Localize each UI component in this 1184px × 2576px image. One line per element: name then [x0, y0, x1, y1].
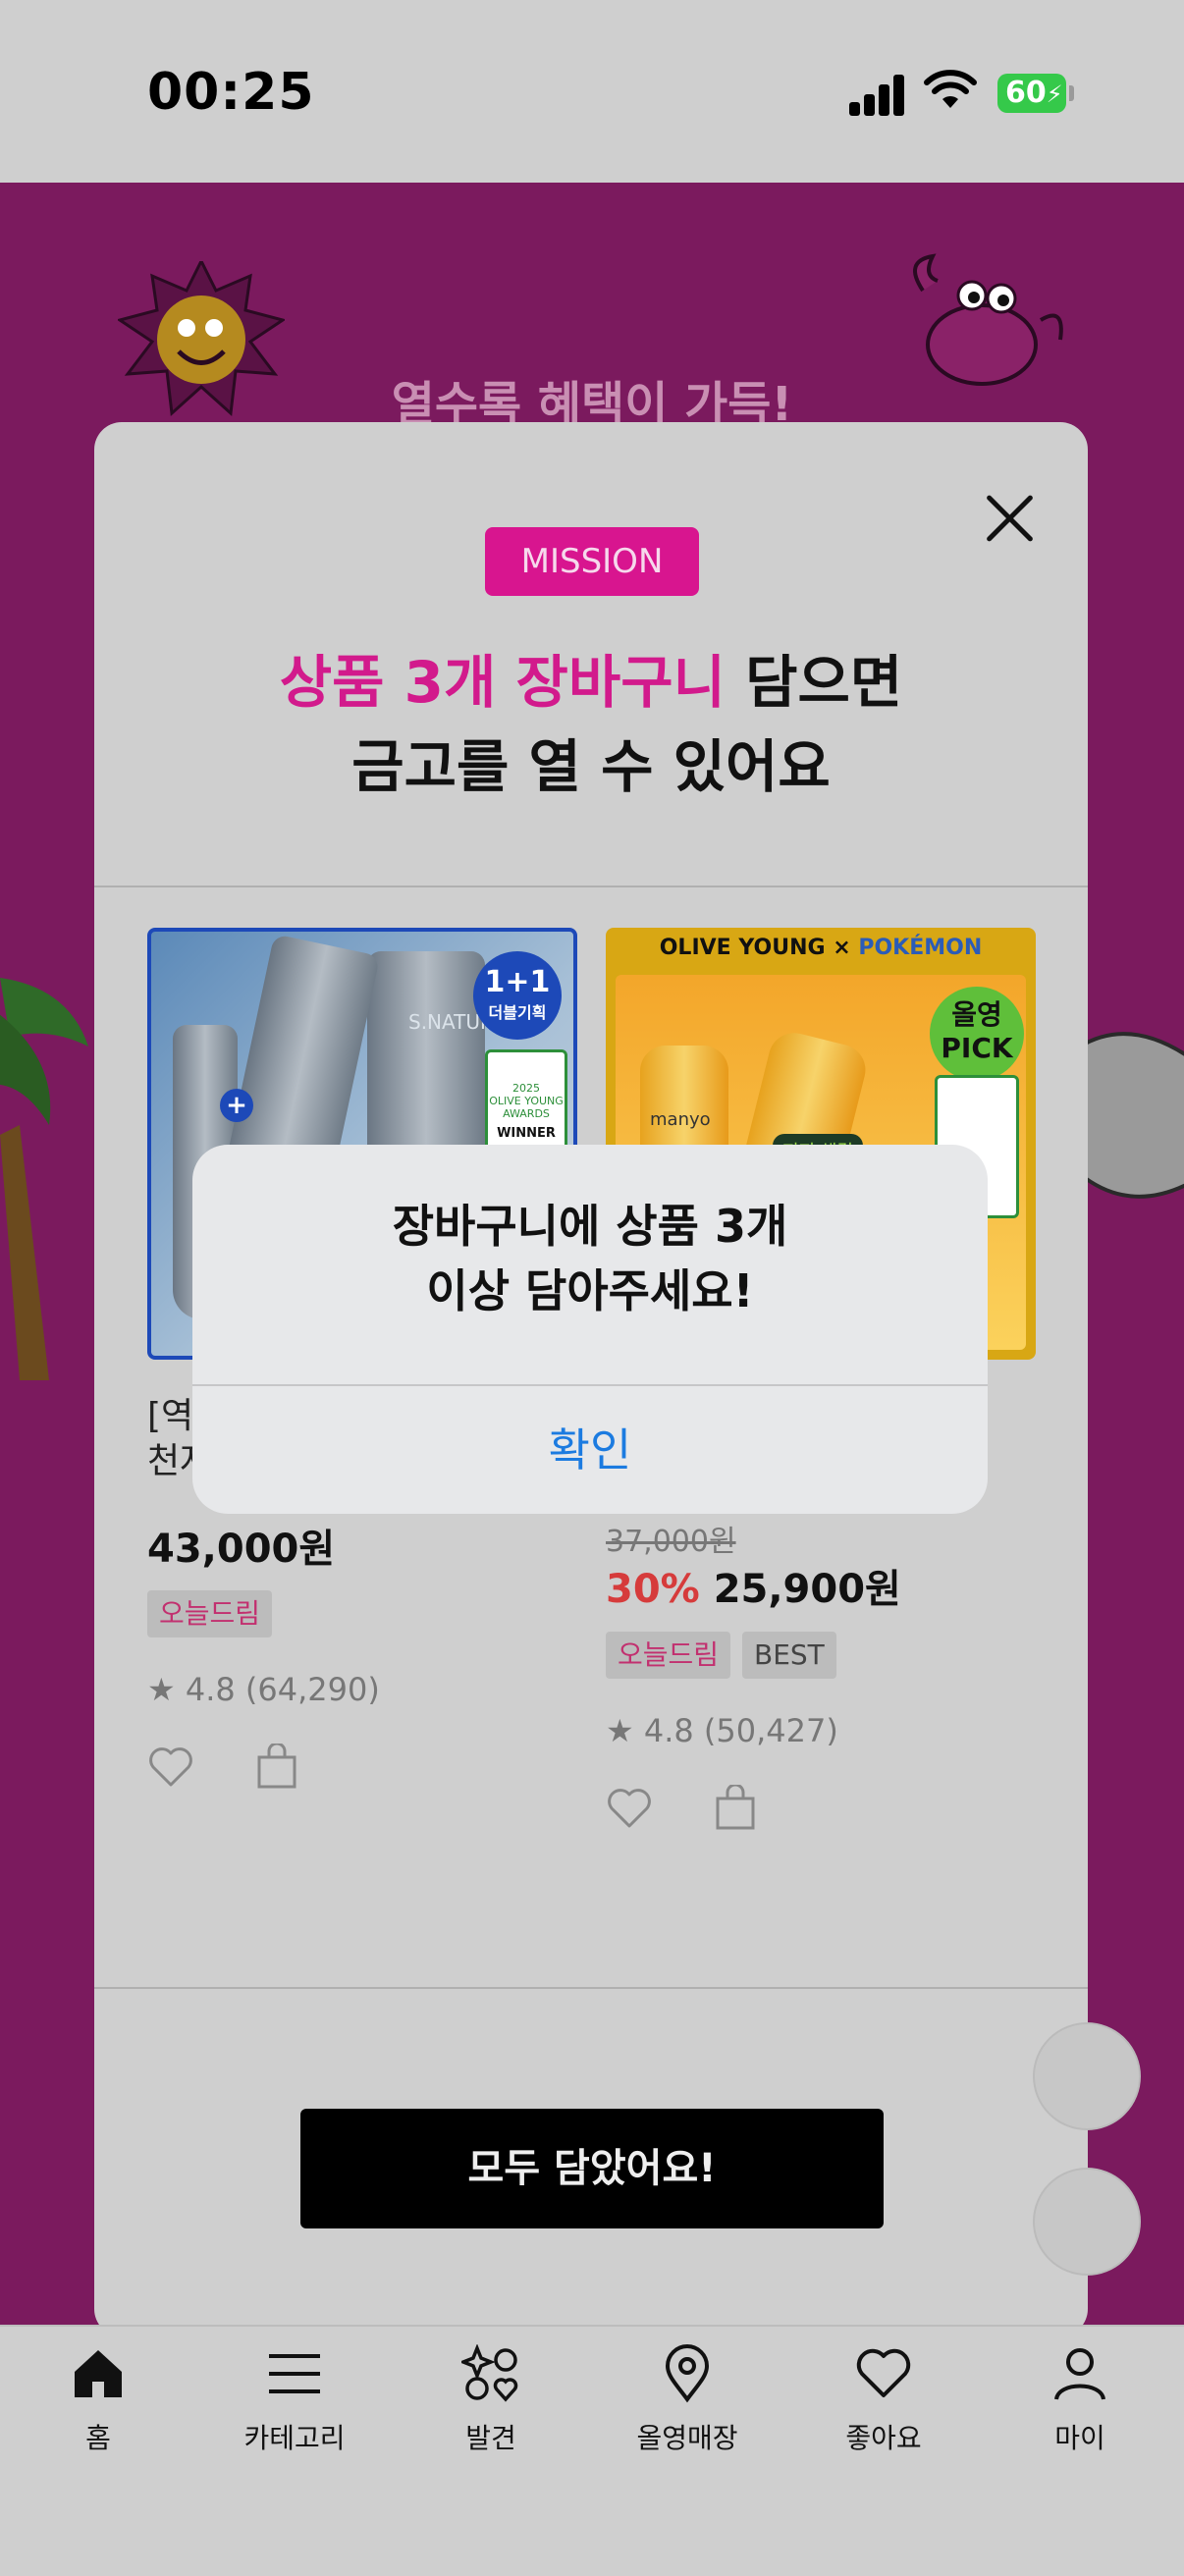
shopping-bag-icon[interactable] — [714, 1785, 757, 1830]
headline-rest: 담으면 — [725, 649, 903, 716]
alert-message: 장바구니에 상품 3개 이상 담아주세요! — [392, 1200, 788, 1317]
plus-icon: + — [220, 1089, 253, 1122]
product-price: 43,000원 — [147, 1527, 336, 1572]
modal-divider-bottom — [94, 1987, 1088, 1989]
battery-level: 60 — [1005, 76, 1047, 110]
star-icon: ★ — [606, 1712, 634, 1749]
mission-badge: MISSION — [485, 527, 699, 596]
tab-home[interactable]: 홈 — [0, 2344, 196, 2456]
discount-rate: 30% — [606, 1567, 700, 1612]
battery-icon: 60⚡ — [997, 74, 1074, 113]
shopping-bag-icon[interactable] — [255, 1744, 298, 1789]
tab-category[interactable]: 카테고리 — [196, 2344, 393, 2456]
product-rating: ★ 4.8 (50,427) — [606, 1712, 838, 1749]
headline-line2: 금고를 열 수 있어요 — [351, 733, 831, 800]
person-icon — [1054, 2348, 1105, 2400]
mission-headline: 상품 3개 장바구니 담으면 금고를 열 수 있어요 — [94, 640, 1088, 809]
tab-discover[interactable]: 발견 — [393, 2344, 589, 2456]
product-rating: ★ 4.8 (64,290) — [147, 1671, 380, 1708]
olive-pick-badge: 올영 PICK — [930, 987, 1024, 1081]
all-added-button[interactable]: 모두 담았어요! — [300, 2109, 884, 2228]
heart-icon[interactable] — [147, 1745, 194, 1789]
status-time: 00:25 — [147, 63, 315, 122]
status-bar: 00:25 60⚡ — [0, 0, 1184, 183]
modal-divider-top — [94, 886, 1088, 887]
promo-badge-1plus1: 1+1 더블기획 — [473, 951, 562, 1040]
tab-likes[interactable]: 좋아요 — [785, 2344, 982, 2456]
headline-highlight: 상품 3개 장바구니 — [279, 649, 726, 716]
heart-icon[interactable] — [606, 1787, 653, 1830]
product-price: 30% 25,900원 — [606, 1557, 901, 1614]
collab-header: OLIVE YOUNG × POKÉMON — [659, 936, 983, 960]
tag-today-dream: 오늘드림 — [606, 1632, 731, 1679]
sale-price: 25,900원 — [713, 1567, 901, 1612]
heart-icon — [856, 2348, 911, 2397]
wifi-icon — [924, 70, 977, 108]
bottom-tab-bar: 홈 카테고리 발견 올영매장 좋아요 마이 — [0, 2325, 1184, 2576]
tab-store[interactable]: 올영매장 — [589, 2344, 785, 2456]
menu-icon — [269, 2354, 320, 2393]
location-pin-icon — [665, 2344, 710, 2403]
tag-best: BEST — [742, 1632, 836, 1679]
discover-icon — [461, 2344, 518, 2402]
tab-my[interactable]: 마이 — [982, 2344, 1178, 2456]
palm-tree-icon — [0, 978, 88, 1380]
floating-like-button[interactable] — [1033, 2168, 1141, 2276]
tag-today-dream: 오늘드림 — [147, 1590, 273, 1637]
floating-cart-button[interactable] — [1033, 2022, 1141, 2130]
cellular-signal-icon — [849, 73, 908, 116]
product-original-price: 37,000원 — [606, 1525, 736, 1559]
star-icon: ★ — [147, 1671, 176, 1708]
alert-dialog: 장바구니에 상품 3개 이상 담아주세요! 확인 — [192, 1145, 988, 1514]
product-brand: manyo — [650, 1109, 711, 1130]
close-icon[interactable] — [982, 491, 1037, 546]
home-icon — [75, 2350, 122, 2397]
confirm-button[interactable]: 확인 — [192, 1386, 988, 1514]
